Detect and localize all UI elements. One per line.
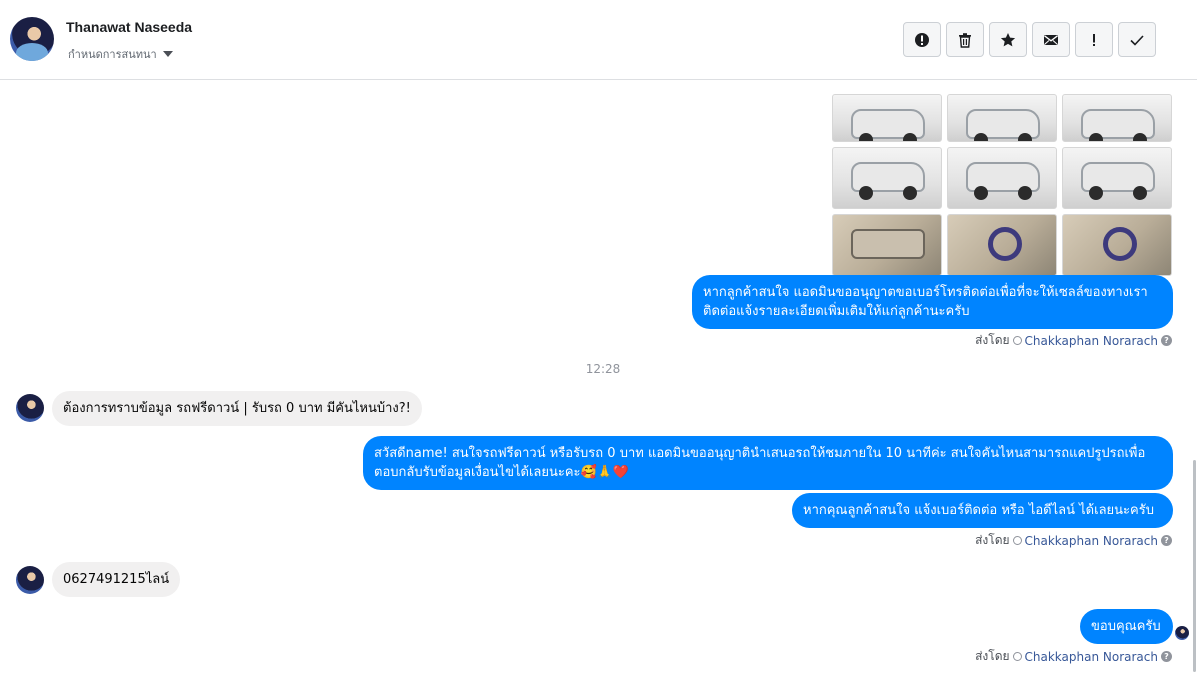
outgoing-message[interactable]: ขอบคุณครับ <box>1080 609 1173 644</box>
trash-icon <box>959 32 971 48</box>
incoming-message[interactable]: ต้องการทราบข้อมูล รถฟรีดาวน์ | รับรถ 0 บ… <box>52 391 422 426</box>
car-interior-photo[interactable] <box>1062 214 1172 276</box>
car-photo[interactable] <box>832 147 942 209</box>
car-photo[interactable] <box>1062 94 1172 142</box>
mark-unread-button[interactable] <box>1032 22 1070 57</box>
assign-label: กำหนดการสนทนา <box>68 48 157 61</box>
incoming-message[interactable]: 0627491215ไลน์ <box>52 562 181 597</box>
caret-down-icon <box>162 51 173 57</box>
conversation-header: Thanawat Naseeda กำหนดการสนทนา <box>0 0 1197 80</box>
checkmark-icon <box>1130 34 1144 46</box>
car-interior-photo[interactable] <box>947 214 1057 276</box>
agent-name-link[interactable]: Chakkaphan Norarach <box>1025 334 1158 348</box>
help-icon[interactable]: ? <box>1161 335 1172 346</box>
contact-avatar[interactable] <box>16 394 44 422</box>
outgoing-message[interactable]: สวัสดีname! สนใจรถฟรีดาวน์ หรือรับรถ 0 บ… <box>363 436 1173 490</box>
envelope-icon <box>1044 34 1058 45</box>
help-icon[interactable]: ? <box>1161 651 1172 662</box>
agent-name-link[interactable]: Chakkaphan Norarach <box>1025 650 1158 664</box>
sent-by-label: ส่งโดย Chakkaphan Norarach ? <box>975 331 1172 350</box>
mark-spam-button[interactable] <box>903 22 941 57</box>
car-interior-photo[interactable] <box>832 214 942 276</box>
alert-circle-icon <box>915 32 929 47</box>
exclamation-icon <box>1093 33 1095 46</box>
verified-icon <box>1012 336 1022 345</box>
contact-name[interactable]: Thanawat Naseeda <box>66 19 192 35</box>
assign-conversation-dropdown[interactable]: กำหนดการสนทนา <box>68 45 173 63</box>
star-icon <box>1000 32 1016 46</box>
message-timestamp: 12:28 <box>585 362 621 376</box>
car-photo[interactable] <box>832 94 942 142</box>
car-photo[interactable] <box>1062 147 1172 209</box>
scrollbar-thumb[interactable] <box>1193 460 1196 672</box>
photo-attachment-grid <box>832 80 1172 276</box>
follow-up-button[interactable] <box>1075 22 1113 57</box>
outgoing-message[interactable]: หากคุณลูกค้าสนใจ แจ้งเบอร์ติดต่อ หรือ ไอ… <box>792 493 1173 528</box>
car-photo[interactable] <box>947 94 1057 142</box>
contact-avatar[interactable] <box>10 17 54 61</box>
verified-icon <box>1012 536 1022 545</box>
delete-button[interactable] <box>946 22 984 57</box>
contact-avatar[interactable] <box>16 566 44 594</box>
seen-by-avatar <box>1175 626 1189 640</box>
sent-by-label: ส่งโดย Chakkaphan Norarach ? <box>975 531 1172 550</box>
agent-name-link[interactable]: Chakkaphan Norarach <box>1025 534 1158 548</box>
star-button[interactable] <box>989 22 1027 57</box>
verified-icon <box>1012 652 1022 661</box>
sent-by-label: ส่งโดย Chakkaphan Norarach ? <box>975 647 1172 666</box>
outgoing-message[interactable]: หากลูกค้าสนใจ แอดมินขออนุญาตขอเบอร์โทรติ… <box>692 275 1173 329</box>
conversation-toolbar <box>903 22 1156 57</box>
help-icon[interactable]: ? <box>1161 535 1172 546</box>
car-photo[interactable] <box>947 147 1057 209</box>
mark-done-button[interactable] <box>1118 22 1156 57</box>
